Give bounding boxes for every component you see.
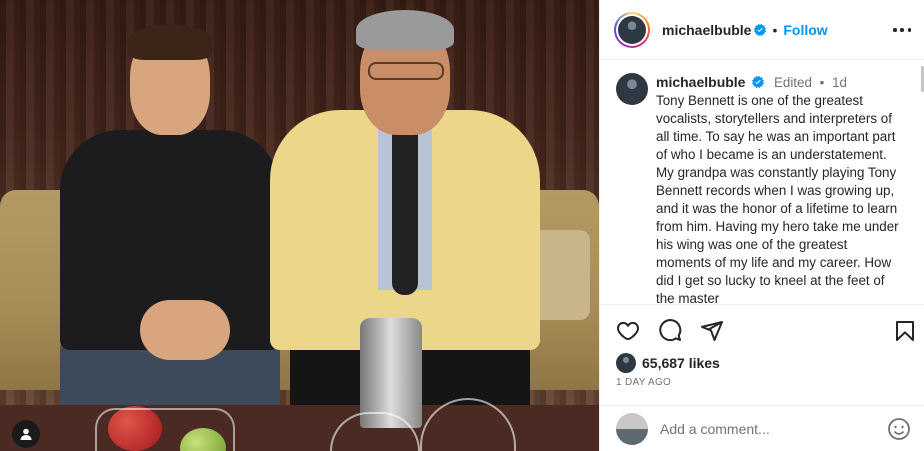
caption-separator: • bbox=[819, 75, 825, 90]
bookmark-icon[interactable] bbox=[893, 319, 917, 343]
edited-label: Edited bbox=[773, 75, 812, 90]
more-icon[interactable] bbox=[893, 21, 911, 39]
emoji-icon[interactable] bbox=[887, 417, 911, 441]
likes-count[interactable]: 65,687 likes bbox=[642, 355, 720, 371]
comment-section bbox=[600, 405, 924, 451]
caption-section: michaelbuble Edited • 1d Tony Bennett is… bbox=[600, 61, 924, 304]
heart-icon[interactable] bbox=[616, 319, 640, 343]
comment-input[interactable] bbox=[660, 420, 887, 437]
user-tag-icon[interactable] bbox=[12, 420, 40, 448]
follow-button[interactable]: Follow bbox=[783, 22, 827, 38]
viewer-avatar[interactable] bbox=[616, 412, 648, 445]
caption-author-avatar[interactable] bbox=[616, 73, 648, 105]
caption-username[interactable]: michaelbuble bbox=[656, 74, 745, 90]
verified-badge-icon bbox=[752, 76, 765, 88]
share-icon[interactable] bbox=[700, 319, 724, 343]
caption-text: Tony Bennett is one of the greatest voca… bbox=[656, 93, 899, 304]
actions-section: 65,687 likes 1 DAY AGO bbox=[600, 304, 924, 394]
author-avatar[interactable] bbox=[614, 11, 650, 48]
likes-avatar[interactable] bbox=[616, 353, 636, 373]
comment-icon[interactable] bbox=[658, 319, 682, 343]
post-photo[interactable] bbox=[0, 0, 599, 451]
author-username[interactable]: michaelbuble bbox=[662, 22, 751, 38]
verified-badge-icon bbox=[754, 23, 767, 36]
post-timestamp[interactable]: 1 DAY AGO bbox=[616, 377, 671, 388]
photo-person-left bbox=[60, 20, 280, 451]
post-side-panel: michaelbuble • Follow michaelbuble Edite… bbox=[599, 0, 924, 451]
header-separator: • bbox=[772, 21, 778, 38]
post-header: michaelbuble • Follow bbox=[600, 0, 924, 60]
photo-bowl bbox=[95, 408, 235, 451]
caption-timestamp[interactable]: 1d bbox=[832, 75, 847, 90]
